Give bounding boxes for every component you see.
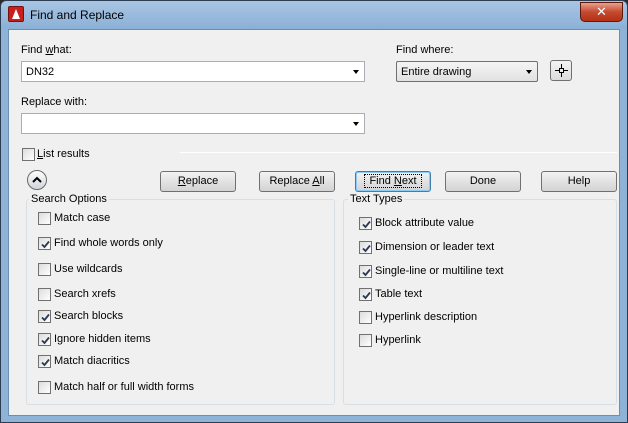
text-type-label: Single-line or multiline text (375, 265, 504, 277)
text-type-label: Table text (375, 288, 423, 300)
text-type-checkbox[interactable] (359, 241, 372, 254)
text-type-checkbox[interactable] (359, 288, 372, 301)
search-option-checkbox[interactable] (38, 355, 51, 368)
text-types-title: Text Types (348, 193, 405, 205)
search-option-checkbox[interactable] (38, 263, 51, 276)
done-button[interactable]: Done (445, 171, 521, 192)
search-option-checkbox[interactable] (38, 212, 51, 225)
search-option-checkbox[interactable] (38, 310, 51, 323)
checkmark-icon (362, 244, 371, 253)
text-type-checkbox[interactable] (359, 217, 372, 230)
collapse-options-button[interactable] (27, 170, 47, 190)
search-option-label: Search blocks (54, 310, 124, 322)
checkmark-icon (362, 268, 371, 277)
checkmark-icon (41, 240, 50, 249)
find-what-value: DN32 (26, 66, 55, 78)
search-options-group (26, 199, 335, 405)
find-what-label: Find what: (21, 44, 72, 56)
chevron-down-icon[interactable] (353, 122, 359, 126)
find-what-combobox[interactable]: DN32 (21, 61, 365, 82)
search-option-label: Match diacritics (54, 355, 130, 367)
search-option-label: Search xrefs (54, 288, 116, 300)
text-type-label: Hyperlink description (375, 311, 478, 323)
find-where-label: Find where: (396, 44, 454, 56)
text-type-checkbox[interactable] (359, 311, 372, 324)
search-option-label: Match half or full width forms (54, 381, 194, 393)
search-options-title: Search Options (29, 193, 109, 205)
replace-button[interactable]: Replace (160, 171, 236, 192)
select-objects-button[interactable] (550, 60, 572, 81)
search-option-label: Match case (54, 212, 111, 224)
find-where-value: Entire drawing (401, 66, 472, 78)
dialog-body: Find what: DN32 Find where: Entire drawi… (8, 29, 620, 416)
checkmark-icon (41, 313, 50, 322)
text-type-label: Block attribute value (375, 217, 475, 229)
checkmark-icon (362, 291, 371, 300)
search-option-checkbox[interactable] (38, 381, 51, 394)
chevron-down-icon[interactable] (526, 70, 532, 74)
search-option-label: Ignore hidden items (54, 333, 151, 345)
search-option-label: Find whole words only (54, 237, 163, 249)
chevron-up-icon (32, 176, 42, 183)
crosshair-pick-icon (555, 64, 568, 77)
find-next-button[interactable]: Find Next (355, 171, 431, 192)
text-type-checkbox[interactable] (359, 265, 372, 278)
search-option-checkbox[interactable] (38, 333, 51, 346)
help-button[interactable]: Help (541, 171, 617, 192)
find-replace-window: Find and Replace ✕ Find what: DN32 Find … (0, 0, 628, 423)
replace-with-combobox[interactable] (21, 113, 365, 134)
text-type-checkbox[interactable] (359, 334, 372, 347)
text-type-label: Hyperlink (375, 334, 421, 346)
list-results-checkbox[interactable] (22, 148, 35, 161)
list-results-label: List results (37, 148, 90, 160)
checkmark-icon (362, 220, 371, 229)
replace-with-label: Replace with: (21, 96, 88, 108)
search-option-checkbox[interactable] (38, 237, 51, 250)
chevron-down-icon[interactable] (353, 70, 359, 74)
autocad-logo-icon (8, 6, 24, 22)
title-bar[interactable]: Find and Replace ✕ (1, 1, 627, 29)
find-where-dropdown[interactable]: Entire drawing (396, 61, 538, 82)
close-button[interactable]: ✕ (580, 2, 623, 22)
replace-all-button[interactable]: Replace All (259, 171, 335, 192)
text-types-group (343, 199, 617, 405)
search-option-checkbox[interactable] (38, 288, 51, 301)
search-option-label: Use wildcards (54, 263, 123, 275)
window-title: Find and Replace (30, 8, 125, 22)
checkmark-icon (41, 336, 50, 345)
separator (180, 152, 617, 153)
text-type-label: Dimension or leader text (375, 241, 495, 253)
checkmark-icon (41, 358, 50, 367)
